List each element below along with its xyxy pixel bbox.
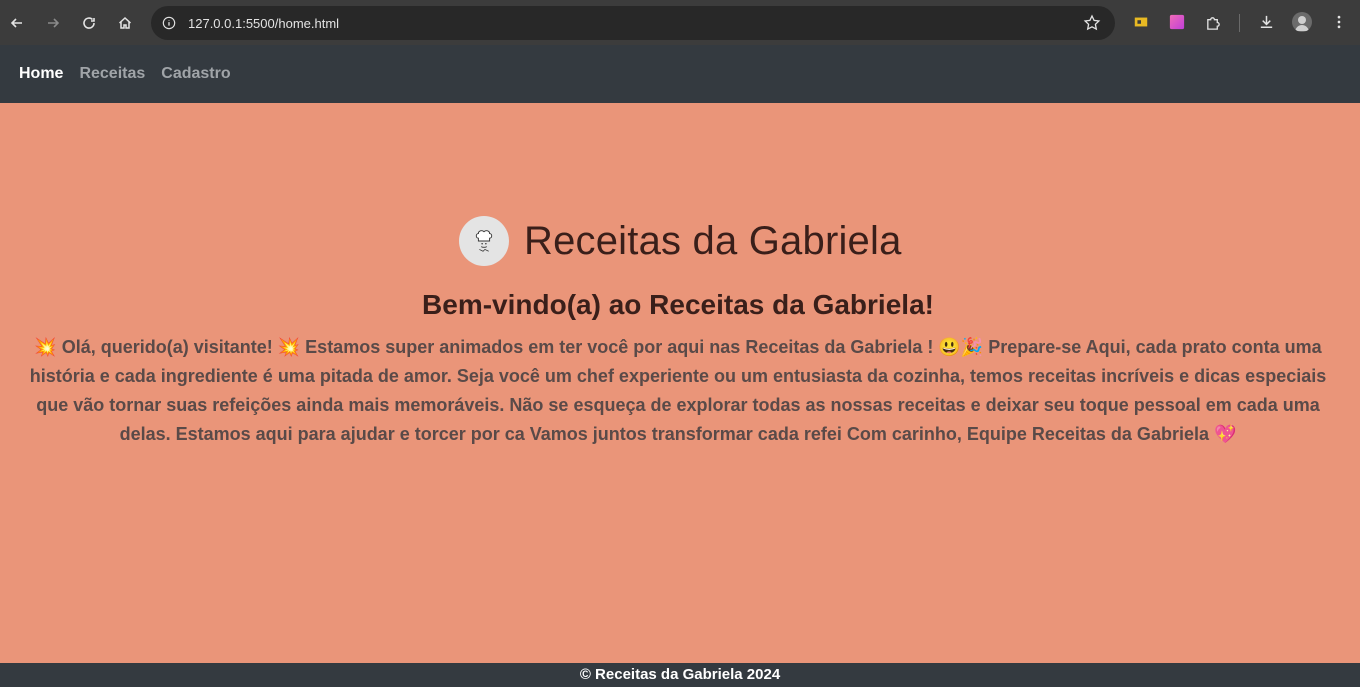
home-icon[interactable] (113, 11, 137, 35)
profile-avatar[interactable] (1292, 12, 1312, 32)
more-menu-icon[interactable] (1330, 13, 1348, 31)
extension-icon[interactable] (1132, 13, 1150, 31)
browser-toolbar: 127.0.0.1:5500/home.html (0, 0, 1360, 45)
footer-copyright: © Receitas da Gabriela 2024 (579, 666, 781, 683)
url-text: 127.0.0.1:5500/home.html (188, 15, 340, 31)
chef-logo (459, 216, 509, 266)
nav-link-receitas[interactable]: Receitas (79, 65, 145, 83)
site-info-icon[interactable] (161, 15, 177, 31)
site-navbar: Home Receitas Cadastro (0, 45, 1360, 103)
page-title: Receitas da Gabriela (524, 218, 902, 263)
puzzle-icon[interactable] (1204, 13, 1222, 31)
download-icon[interactable] (1257, 13, 1275, 31)
toolbar-divider (1239, 14, 1240, 32)
nav-link-home[interactable]: Home (19, 65, 63, 83)
main-content: Receitas da Gabriela Bem-vindo(a) ao Rec… (0, 103, 1360, 663)
page-footer: © Receitas da Gabriela 2024 (0, 663, 1360, 687)
reload-icon[interactable] (77, 11, 101, 35)
nav-link-cadastro[interactable]: Cadastro (161, 65, 230, 83)
bookmark-star-icon[interactable] (1083, 14, 1101, 32)
extension-icon[interactable] (1168, 13, 1186, 31)
forward-arrow-icon[interactable] (41, 11, 65, 35)
welcome-message: 💥 Olá, querido(a) visitante! 💥 Estamos s… (29, 337, 1327, 444)
back-arrow-icon[interactable] (5, 11, 29, 35)
address-bar[interactable]: 127.0.0.1:5500/home.html (151, 6, 1115, 40)
welcome-heading: Bem-vindo(a) ao Receitas da Gabriela! (422, 289, 934, 320)
brand-header: Receitas da Gabriela (459, 216, 902, 266)
